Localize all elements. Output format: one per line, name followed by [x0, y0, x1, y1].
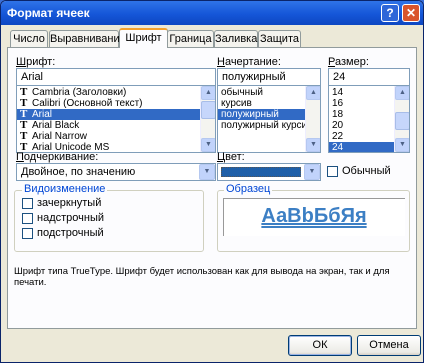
font-list-item[interactable]: T Arial Narrow — [17, 130, 215, 143]
font-description: Шрифт типа TrueType. Шрифт будет использ… — [14, 266, 390, 288]
chevron-down-icon[interactable]: ▼ — [304, 164, 320, 180]
font-list-item-selected[interactable]: T Arial — [17, 109, 215, 120]
size-list[interactable]: 14 16 18 20 22 24 ▲ ▼ — [328, 85, 410, 153]
scroll-down-icon[interactable]: ▼ — [395, 138, 409, 152]
scroll-down-icon[interactable]: ▼ — [201, 138, 215, 152]
underline-select[interactable]: Двойное, по значению ▼ — [16, 163, 216, 181]
sample-group-title: Образец — [224, 183, 273, 195]
style-list[interactable]: обычный курсив полужирный полужирный кур… — [217, 85, 321, 153]
window-title: Формат ячеек — [7, 6, 90, 20]
font-list[interactable]: T Cambria (Заголовки) T Calibri (Основной … — [16, 85, 216, 153]
font-label: Шрифт: — [16, 56, 56, 68]
size-input[interactable]: 24 — [328, 68, 410, 86]
font-list-scrollbar[interactable]: ▲ ▼ — [200, 86, 215, 152]
font-list-item[interactable]: T Calibri (Основной текст) — [17, 97, 215, 110]
truetype-icon: T — [20, 119, 28, 131]
format-cells-dialog: Формат ячеек ? ✕ Число Выравнивание Шриф… — [0, 0, 424, 363]
help-button[interactable]: ? — [381, 4, 399, 22]
style-list-scrollbar[interactable]: ▲ ▼ — [305, 86, 320, 152]
color-select[interactable]: ▼ — [217, 163, 321, 181]
style-input[interactable]: полужирный — [217, 68, 321, 86]
subscript-checkbox[interactable] — [22, 228, 33, 239]
tab-fill[interactable]: Заливка — [214, 30, 258, 47]
close-button[interactable]: ✕ — [402, 4, 420, 22]
truetype-icon: T — [20, 97, 28, 109]
scroll-thumb[interactable] — [395, 112, 409, 130]
subscript-label: подстрочный — [37, 227, 104, 239]
cancel-button[interactable]: Отмена — [357, 335, 421, 356]
tab-alignment[interactable]: Выравнивание — [49, 30, 126, 47]
font-tab-panel: Шрифт: Arial T Cambria (Заголовки) T Calib… — [7, 47, 417, 329]
underline-value: Двойное, по значению — [21, 166, 136, 178]
scroll-down-icon[interactable]: ▼ — [306, 138, 320, 152]
color-label: Цвет: — [217, 151, 245, 163]
scroll-up-icon[interactable]: ▲ — [306, 86, 320, 100]
truetype-icon: T — [20, 86, 28, 98]
underline-label: Подчеркивание: — [16, 151, 99, 163]
sample-text: АаВbБбЯя — [261, 205, 367, 227]
font-input[interactable]: Arial — [16, 68, 216, 86]
scroll-up-icon[interactable]: ▲ — [201, 86, 215, 100]
superscript-label: надстрочный — [37, 212, 104, 224]
strikethrough-checkbox[interactable] — [22, 198, 33, 209]
tab-border[interactable]: Граница — [167, 30, 214, 47]
font-list-item[interactable]: T Cambria (Заголовки) — [17, 86, 215, 99]
tab-font[interactable]: Шрифт — [119, 28, 168, 48]
scroll-thumb[interactable] — [201, 101, 215, 119]
scroll-up-icon[interactable]: ▲ — [395, 86, 409, 100]
color-swatch — [221, 167, 301, 177]
truetype-icon: T — [20, 108, 28, 120]
effects-group-title: Видоизменение — [22, 183, 108, 195]
superscript-checkbox[interactable] — [22, 213, 33, 224]
size-list-scrollbar[interactable]: ▲ ▼ — [394, 86, 409, 152]
font-list-item[interactable]: T Arial Black — [17, 119, 215, 132]
normal-font-label: Обычный — [342, 165, 391, 177]
sample-preview: АаВbБбЯя — [223, 198, 405, 236]
tab-protection[interactable]: Защита — [258, 30, 301, 47]
title-bar: Формат ячеек ? ✕ — [1, 1, 423, 25]
size-label: Размер: — [328, 56, 369, 68]
chevron-down-icon[interactable]: ▼ — [199, 164, 215, 180]
strikethrough-label: зачеркнутый — [37, 197, 102, 209]
truetype-icon: T — [20, 130, 28, 142]
tab-number[interactable]: Число — [10, 30, 48, 47]
normal-font-checkbox[interactable] — [327, 166, 338, 177]
ok-button[interactable]: ОК — [288, 335, 352, 356]
style-label: Начертание: — [217, 56, 281, 68]
